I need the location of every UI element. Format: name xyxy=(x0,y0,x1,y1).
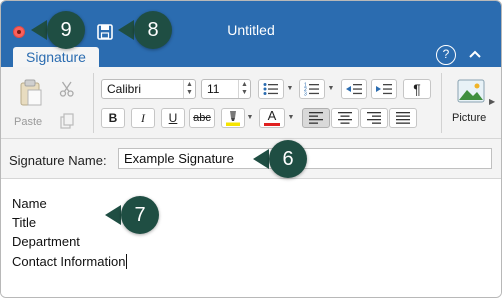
signature-name-label: Signature Name: xyxy=(9,153,107,168)
ribbon-divider xyxy=(441,73,442,133)
text-caret xyxy=(126,254,128,269)
highlighter-icon xyxy=(226,111,240,126)
chevron-right-icon[interactable]: ▶ xyxy=(489,97,495,106)
align-left-icon xyxy=(309,112,323,124)
signature-line-contact: Contact Information xyxy=(12,254,128,269)
callout-8: 8 xyxy=(134,11,172,49)
paragraph-marks-button[interactable]: ¶ xyxy=(403,79,431,99)
bold-button[interactable]: B xyxy=(101,108,125,128)
signature-line-title: Title xyxy=(12,215,37,230)
callout-pointer xyxy=(253,149,269,169)
font-color-letter: A xyxy=(267,108,277,123)
signature-body-editor[interactable]: Name Title Department Contact Informatio… xyxy=(1,180,501,297)
font-color-button[interactable]: A xyxy=(259,108,285,128)
font-name-dropdown[interactable]: Calibri ▲ ▼ xyxy=(101,79,196,99)
tab-signature[interactable]: Signature xyxy=(13,47,99,68)
signature-line-name: Name xyxy=(12,196,47,211)
ribbon-toolbar: Paste Calibri ▲ ▼ 11 ▲ ▼ ▼ 1 2 3 ▼ ¶ B I… xyxy=(1,67,501,139)
clipboard-group: Paste xyxy=(11,73,91,135)
callout-pointer xyxy=(105,205,121,225)
increase-indent-button[interactable] xyxy=(371,79,397,99)
signature-line-contact-text: Contact Information xyxy=(12,254,126,269)
chevron-down-icon[interactable]: ▼ xyxy=(326,79,336,99)
justify-icon xyxy=(396,112,410,124)
paste-icon[interactable] xyxy=(19,79,43,107)
font-name-value: Calibri xyxy=(107,82,142,96)
callout-6: 6 xyxy=(269,140,307,178)
callout-pointer xyxy=(118,20,134,40)
font-color-swatch xyxy=(264,123,280,126)
decrease-indent-icon xyxy=(346,84,362,95)
bullets-button[interactable] xyxy=(258,79,284,99)
ribbon-divider xyxy=(93,73,94,133)
justify-button[interactable] xyxy=(389,108,417,128)
highlight-button[interactable] xyxy=(221,108,245,128)
signature-line-department: Department xyxy=(12,234,80,249)
decrease-indent-button[interactable] xyxy=(341,79,367,99)
italic-button[interactable]: I xyxy=(131,108,155,128)
bullet-list-icon xyxy=(263,83,278,95)
chevron-down-icon[interactable]: ▼ xyxy=(245,108,255,128)
picture-label[interactable]: Picture xyxy=(452,112,486,124)
callout-7: 7 xyxy=(121,196,159,234)
font-size-value: 11 xyxy=(207,82,220,96)
align-left-button[interactable] xyxy=(302,108,330,128)
numbering-button[interactable]: 1 2 3 xyxy=(299,79,325,99)
callout-pointer xyxy=(31,20,47,40)
align-right-icon xyxy=(367,112,381,124)
increase-indent-icon xyxy=(376,84,392,95)
signature-name-row: Signature Name: xyxy=(1,139,501,179)
chevron-updown-icon: ▲ ▼ xyxy=(183,80,195,98)
align-center-button[interactable] xyxy=(331,108,359,128)
callout-9: 9 xyxy=(47,11,85,49)
align-center-icon xyxy=(338,112,352,124)
copy-icon[interactable] xyxy=(59,113,75,129)
help-icon[interactable]: ? xyxy=(436,45,456,65)
scissors-icon[interactable] xyxy=(59,81,75,97)
signature-editor-window: Untitled ? Signature Paste Calibri ▲ ▼ 1… xyxy=(0,0,502,298)
align-right-button[interactable] xyxy=(360,108,388,128)
chevron-down-icon[interactable]: ▼ xyxy=(285,79,295,99)
strikethrough-button[interactable]: abc xyxy=(189,108,215,128)
chevron-down-icon[interactable]: ▼ xyxy=(286,108,296,128)
chevron-updown-icon: ▲ ▼ xyxy=(238,80,250,98)
numbered-list-icon: 1 2 3 xyxy=(304,83,319,98)
font-size-dropdown[interactable]: 11 ▲ ▼ xyxy=(201,79,251,99)
collapse-ribbon-icon[interactable] xyxy=(467,46,483,62)
paste-label[interactable]: Paste xyxy=(14,116,42,128)
svg-text:3: 3 xyxy=(304,92,307,97)
picture-icon[interactable] xyxy=(457,79,485,103)
underline-button[interactable]: U xyxy=(161,108,185,128)
